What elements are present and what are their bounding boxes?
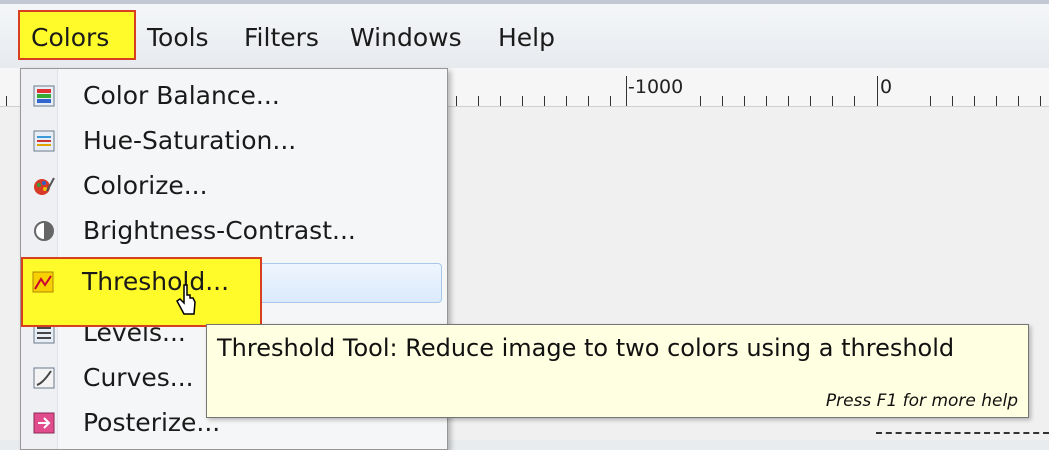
threshold-highlight-overlay[interactable]: Threshold...: [20, 261, 260, 304]
menu-item-color-balance[interactable]: Color Balance...: [21, 75, 447, 118]
menu-item-colorize[interactable]: Colorize...: [21, 165, 447, 208]
ruler-label: 0: [880, 76, 893, 98]
menu-filters[interactable]: Filters: [240, 20, 323, 56]
brightness-contrast-icon: [33, 220, 55, 242]
menu-help[interactable]: Help: [494, 20, 559, 56]
threshold-icon: [32, 271, 54, 293]
ruler-label: -1000: [628, 76, 684, 98]
tooltip-text: Threshold Tool: Reduce image to two colo…: [217, 334, 955, 362]
tooltip: Threshold Tool: Reduce image to two colo…: [206, 324, 1029, 418]
menu-tools[interactable]: Tools: [143, 20, 213, 56]
hue-saturation-icon: [33, 130, 55, 152]
mouse-pointer-icon: [176, 284, 196, 315]
menu-bar: Colors Tools Filters Windows Help: [0, 0, 1049, 68]
posterize-icon: [33, 412, 55, 434]
color-balance-icon: [33, 85, 55, 107]
menu-item-hue-saturation[interactable]: Hue-Saturation...: [21, 120, 447, 163]
menu-item-brightness-contrast[interactable]: Brightness-Contrast...: [21, 210, 447, 253]
menu-colors[interactable]: Colors: [27, 20, 113, 56]
curves-icon: [33, 367, 55, 389]
menu-windows[interactable]: Windows: [346, 20, 466, 56]
selection-marquee: [876, 432, 1049, 434]
tooltip-help-hint: Press F1 for more help: [825, 391, 1018, 411]
colorize-icon: [33, 175, 55, 197]
